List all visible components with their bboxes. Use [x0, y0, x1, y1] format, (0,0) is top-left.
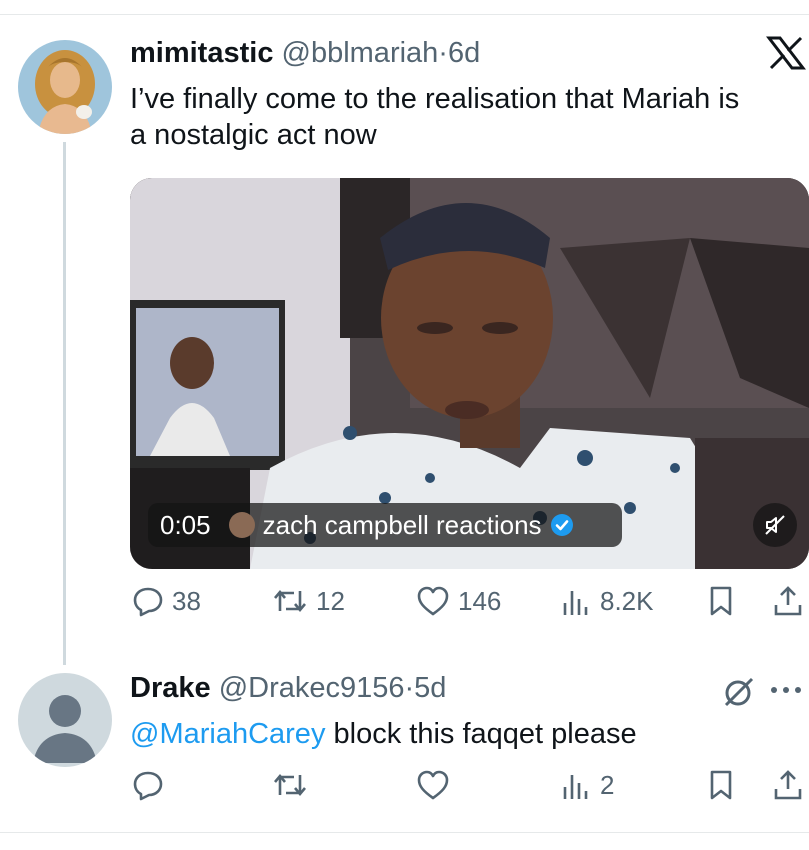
tweet-text-line-1: I’ve finally come to the realisation tha… — [130, 83, 740, 115]
repost-button[interactable]: 12 — [272, 585, 345, 617]
bookmark-icon — [710, 770, 732, 800]
reply-text-body: block this faqqet please — [325, 718, 637, 750]
tweet-text-line-2: a nostalgic act now — [130, 119, 377, 151]
muted-speaker-icon — [765, 515, 785, 535]
video-channel-name: zach campbell reactions — [262, 509, 542, 540]
tweet-text: I’ve finally come to the realisation tha… — [130, 81, 739, 153]
bookmark-icon — [710, 586, 732, 616]
reply-like-button[interactable] — [416, 769, 450, 801]
reply-timestamp[interactable]: 5d — [414, 672, 446, 704]
grok-icon[interactable] — [722, 675, 756, 709]
reply-mention-link[interactable]: @MariahCarey — [130, 718, 325, 750]
handle[interactable]: @bblmariah — [282, 37, 439, 69]
separator-dot: · — [438, 37, 448, 69]
views-icon — [563, 591, 588, 615]
like-button[interactable]: 146 — [416, 585, 501, 617]
video-info-pill: 0:05 zach campbell reactions — [148, 503, 622, 547]
default-avatar-icon — [18, 673, 112, 767]
reply-share-button[interactable] — [772, 769, 804, 801]
reply-separator-dot: · — [404, 672, 415, 704]
reply-view-count: 2 — [600, 769, 615, 800]
verified-badge-icon — [550, 513, 574, 537]
view-count: 8.2K — [600, 585, 654, 616]
timestamp[interactable]: 6d — [448, 37, 480, 69]
reply-text: @MariahCarey block this faqqet please — [130, 716, 637, 752]
heart-icon — [417, 586, 449, 616]
reply-button[interactable]: 38 — [132, 585, 201, 617]
video-timestamp: 0:05 — [160, 509, 211, 540]
reply-avatar[interactable] — [18, 673, 112, 767]
avatar[interactable] — [18, 40, 112, 134]
share-button[interactable] — [772, 585, 804, 617]
bookmark-button[interactable] — [706, 585, 736, 617]
reply-handle[interactable]: @Drakec9156 — [219, 672, 405, 704]
reply-icon — [133, 771, 163, 801]
repost-count: 12 — [316, 585, 345, 616]
reply-header: Drake @Drakec9156·5d — [130, 672, 446, 705]
reply-actions: 2 — [0, 769, 809, 809]
reply-display-name[interactable]: Drake — [130, 672, 211, 704]
reply-count: 38 — [172, 585, 201, 616]
reply-views-button[interactable]: 2 — [560, 769, 614, 801]
reply-repost-button[interactable] — [272, 769, 308, 801]
channel-avatar-icon — [228, 512, 255, 538]
avatar-photo — [18, 40, 112, 134]
x-logo-icon[interactable] — [765, 36, 807, 70]
reply-reply-button[interactable] — [132, 769, 164, 801]
repost-icon — [274, 773, 306, 797]
bottom-divider — [0, 832, 809, 833]
mute-button[interactable] — [753, 503, 797, 547]
heart-icon — [417, 770, 449, 800]
reply-bookmark-button[interactable] — [706, 769, 736, 801]
share-icon — [774, 770, 802, 800]
views-button[interactable]: 8.2K — [560, 585, 654, 617]
tweet-actions: 38 12 146 8.2K — [0, 585, 809, 625]
share-icon — [774, 586, 802, 616]
more-options-icon[interactable] — [768, 678, 804, 702]
display-name[interactable]: mimitastic — [130, 37, 273, 69]
repost-icon — [274, 589, 306, 613]
top-divider — [0, 14, 809, 15]
like-count: 146 — [458, 585, 502, 616]
reply-icon — [133, 587, 163, 617]
views-icon — [563, 775, 588, 799]
tweet-header: mimitastic @bblmariah·6d — [130, 37, 480, 70]
